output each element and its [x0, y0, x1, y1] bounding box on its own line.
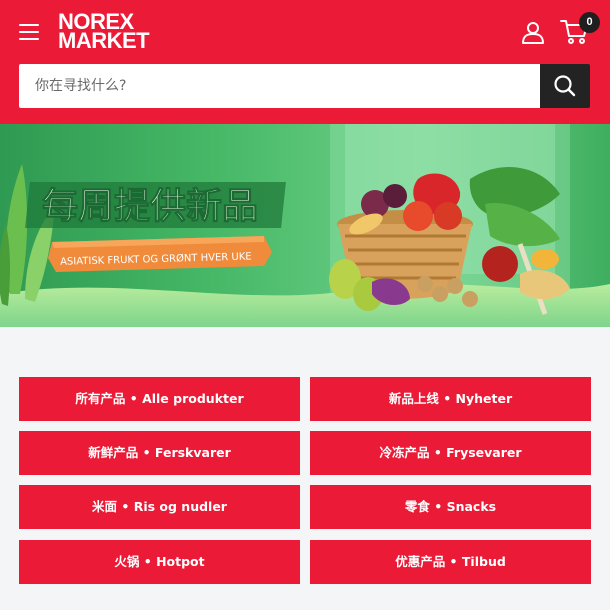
category-button-new-arrivals[interactable]: 新品上线 • Nyheter	[310, 377, 591, 421]
search-bar	[19, 64, 590, 108]
menu-button[interactable]	[19, 24, 39, 40]
hamburger-menu-icon	[19, 24, 39, 26]
category-button-offers[interactable]: 优惠产品 • Tilbud	[310, 540, 591, 584]
store-logo[interactable]: NOREX MARKET	[58, 11, 160, 53]
category-button-frozen[interactable]: 冷冻产品 • Frysevarer	[310, 431, 591, 475]
svg-text:每周提供新品: 每周提供新品	[42, 186, 258, 227]
user-icon	[522, 22, 544, 44]
banner-image: 每周提供新品 ASIATISK FRUKT OG GRØNT HVER UKE	[0, 124, 610, 327]
logo-line-2: MARKET	[58, 28, 150, 53]
cart-count-badge: 0	[579, 12, 600, 33]
account-button[interactable]	[521, 20, 545, 44]
search-input[interactable]	[19, 64, 540, 108]
search-button[interactable]	[540, 64, 590, 108]
category-button-all-products[interactable]: 所有产品 • Alle produkter	[19, 377, 300, 421]
search-icon	[554, 75, 576, 97]
promo-banner[interactable]: 每周提供新品 ASIATISK FRUKT OG GRØNT HVER UKE	[0, 124, 610, 327]
hamburger-menu-icon-bar	[19, 38, 39, 40]
category-button-fresh[interactable]: 新鲜产品 • Ferskvarer	[19, 431, 300, 475]
category-button-rice-noodles[interactable]: 米面 • Ris og nudler	[19, 485, 300, 529]
site-header: NOREX MARKET 0	[0, 0, 610, 124]
hamburger-menu-icon-bar	[19, 31, 39, 33]
category-button-hotpot[interactable]: 火锅 • Hotpot	[19, 540, 300, 584]
category-button-snacks[interactable]: 零食 • Snacks	[310, 485, 591, 529]
